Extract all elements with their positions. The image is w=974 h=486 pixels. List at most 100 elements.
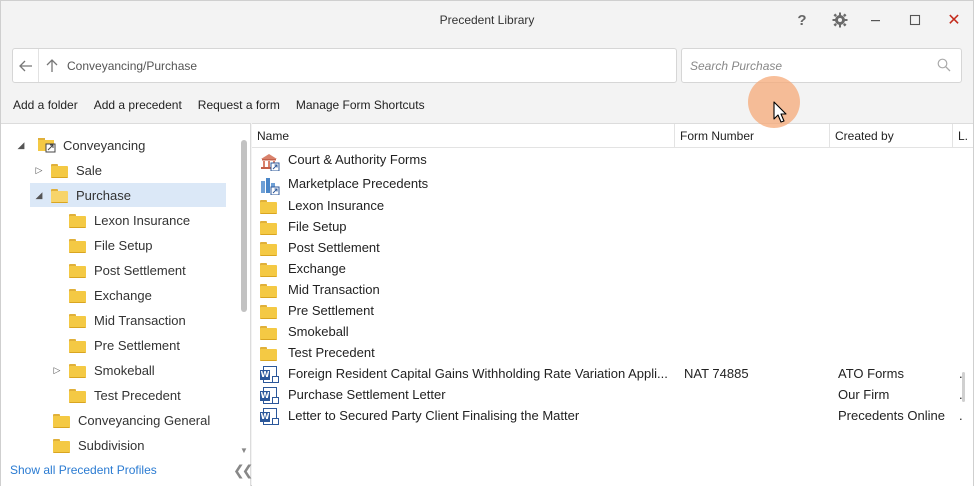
tree-item-purchase[interactable]: ◢ Purchase: [30, 183, 226, 207]
manage-form-shortcuts-button[interactable]: Manage Form Shortcuts: [296, 98, 425, 114]
word-doc-icon: W: [260, 387, 279, 404]
column-header-form-number[interactable]: Form Number: [675, 124, 830, 148]
folder-tree-panel: ◢ Conveyancing ▷ Sale ◢ Purchase Lexon I…: [1, 123, 254, 486]
tree-item-conveyancing[interactable]: ◢ Conveyancing: [15, 133, 145, 157]
folder-icon: [260, 284, 277, 298]
folder-icon: [260, 347, 277, 361]
tree-item-label: File Setup: [94, 237, 153, 253]
toolbar: Add a folder Add a precedent Request a f…: [13, 98, 441, 114]
marketplace-icon: [261, 178, 280, 195]
tree-item-mid-transaction[interactable]: Mid Transaction: [69, 308, 186, 332]
tree-scrollbar[interactable]: ▼: [238, 124, 250, 462]
table-row[interactable]: Lexon Insurance: [252, 196, 973, 217]
tree-item-lexon-insurance[interactable]: Lexon Insurance: [69, 208, 190, 232]
folder-icon: [69, 313, 86, 328]
folder-open-icon: [51, 188, 68, 203]
folder-icon: [260, 305, 277, 319]
tree-item-label: Lexon Insurance: [94, 212, 191, 228]
collapse-triangle-icon[interactable]: ◢: [15, 139, 27, 151]
folder-link-icon: [38, 138, 56, 153]
address-bar: Conveyancing/Purchase: [12, 48, 677, 83]
tree-item-subdivision[interactable]: Subdivision: [53, 433, 145, 457]
row-name: Smokeball: [288, 324, 349, 339]
table-row[interactable]: Court & Authority Forms: [252, 150, 973, 171]
table-row[interactable]: W Letter to Secured Party Client Finalis…: [252, 406, 973, 427]
table-row[interactable]: W Foreign Resident Capital Gains Withhol…: [252, 364, 973, 385]
table-row[interactable]: Smokeball: [252, 322, 973, 343]
minimize-icon: [871, 20, 880, 22]
row-name: Letter to Secured Party Client Finalisin…: [288, 408, 580, 423]
tree-item-post-settlement[interactable]: Post Settlement: [69, 258, 186, 282]
search-icon[interactable]: [937, 58, 951, 72]
row-created-by: Our Firm: [838, 387, 890, 402]
tree-item-exchange[interactable]: Exchange: [69, 283, 152, 307]
request-form-button[interactable]: Request a form: [198, 98, 280, 114]
folder-icon: [260, 326, 277, 340]
row-name: Post Settlement: [288, 240, 380, 255]
back-button[interactable]: [13, 49, 39, 82]
breadcrumb[interactable]: Conveyancing/Purchase: [67, 59, 197, 73]
tree-item-label: Subdivision: [78, 437, 145, 453]
table-vertical-scrollbar[interactable]: [962, 372, 965, 402]
tree-item-test-precedent[interactable]: Test Precedent: [69, 383, 181, 407]
collapse-triangle-icon[interactable]: ◢: [33, 189, 45, 201]
help-button[interactable]: ?: [791, 9, 813, 31]
settings-button[interactable]: [829, 9, 851, 31]
row-name: Mid Transaction: [288, 282, 380, 297]
folder-icon: [260, 200, 277, 214]
expand-triangle-icon[interactable]: ▷: [33, 164, 45, 176]
tree-item-conveyancing-general[interactable]: Conveyancing General: [53, 408, 210, 432]
table-row[interactable]: Post Settlement: [252, 238, 973, 259]
chevron-down-icon[interactable]: ▼: [240, 446, 248, 455]
row-name: Foreign Resident Capital Gains Withholdi…: [288, 366, 668, 381]
close-button[interactable]: ✕: [943, 9, 965, 31]
row-created-by: ATO Forms: [838, 366, 904, 381]
table-row[interactable]: Pre Settlement: [252, 301, 973, 322]
folder-icon: [260, 221, 277, 235]
column-header-created-by[interactable]: Created by: [830, 124, 953, 148]
tree-item-label: Smokeball: [94, 362, 155, 378]
search-box: [681, 48, 962, 83]
folder-icon: [51, 163, 68, 178]
folder-icon: [260, 242, 277, 256]
maximize-button[interactable]: [904, 9, 926, 31]
column-header-name[interactable]: Name: [252, 124, 675, 148]
expand-triangle-icon[interactable]: ▷: [51, 364, 63, 376]
add-precedent-button[interactable]: Add a precedent: [94, 98, 182, 114]
tree-item-pre-settlement[interactable]: Pre Settlement: [69, 333, 180, 357]
search-input[interactable]: [690, 57, 930, 75]
table-row[interactable]: File Setup: [252, 217, 973, 238]
row-name: Court & Authority Forms: [288, 152, 427, 167]
folder-icon: [69, 238, 86, 253]
window-title: Precedent Library: [439, 13, 535, 27]
scrollbar-thumb[interactable]: [241, 140, 247, 312]
table-row[interactable]: W Purchase Settlement Letter Our Firm .: [252, 385, 973, 406]
table-row[interactable]: Exchange: [252, 259, 973, 280]
word-doc-icon: W: [260, 366, 279, 383]
tree-item-smokeball[interactable]: ▷ Smokeball: [51, 358, 155, 382]
table-row[interactable]: Marketplace Precedents: [252, 174, 973, 195]
row-form-number: NAT 74885: [684, 366, 749, 381]
add-folder-button[interactable]: Add a folder: [13, 98, 78, 114]
tree-item-file-setup[interactable]: File Setup: [69, 233, 153, 257]
gear-icon: [832, 12, 848, 28]
row-name: Test Precedent: [288, 345, 375, 360]
tree-item-label: Mid Transaction: [94, 312, 186, 328]
row-name: Exchange: [288, 261, 346, 276]
column-header-last[interactable]: L.: [953, 124, 973, 148]
arrow-left-icon: [18, 60, 32, 71]
title-bar: Precedent Library ? ✕: [1, 1, 973, 39]
up-button[interactable]: [43, 55, 61, 77]
row-name: Purchase Settlement Letter: [288, 387, 446, 402]
table-row[interactable]: Mid Transaction: [252, 280, 973, 301]
minimize-button[interactable]: [865, 9, 887, 31]
table-row[interactable]: Test Precedent: [252, 343, 973, 364]
tree-item-label: Pre Settlement: [94, 337, 180, 353]
row-created-by: Precedents Online: [838, 408, 945, 423]
folder-icon: [53, 438, 70, 453]
tree-item-sale[interactable]: ▷ Sale: [33, 158, 102, 182]
show-all-precedent-profiles-link[interactable]: Show all Precedent Profiles: [10, 463, 157, 477]
tree-item-label: Test Precedent: [94, 387, 181, 403]
folder-icon: [69, 363, 86, 378]
collapse-panel-icon[interactable]: ❮❮: [233, 462, 254, 479]
